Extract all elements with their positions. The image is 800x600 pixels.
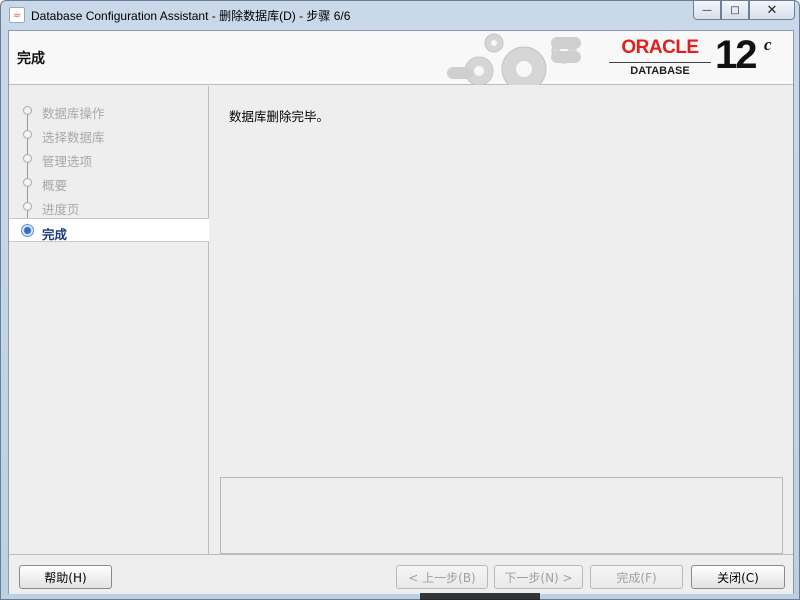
version-suffix: c <box>764 35 772 54</box>
step-dot-icon <box>23 154 32 163</box>
close-window-button[interactable]: ✕ <box>749 1 795 20</box>
step-dot-icon <box>23 202 32 211</box>
details-panel <box>220 477 783 554</box>
dbca-window: ☕ Database Configuration Assistant - 删除数… <box>0 0 800 600</box>
step-dot-icon <box>23 178 32 187</box>
maximize-button[interactable]: □ <box>721 1 749 20</box>
gears-decoration-icon <box>447 33 581 85</box>
step-dot-icon <box>23 106 32 115</box>
close-icon: ✕ <box>766 2 778 18</box>
step-summary: 概要 <box>9 170 209 194</box>
window-controls: — □ ✕ <box>693 1 795 21</box>
step-label: 概要 <box>42 178 68 193</box>
button-bar: 帮助(H) < 上一步(B) 下一步(N) > 完成(F) 关闭(C) <box>9 554 793 594</box>
taskbar-edge <box>420 593 540 600</box>
current-step-icon <box>21 224 34 237</box>
step-label: 进度页 <box>42 202 80 217</box>
step-label: 管理选项 <box>42 154 93 169</box>
step-label: 选择数据库 <box>42 130 105 145</box>
back-button[interactable]: < 上一步(B) <box>396 565 488 589</box>
header-banner: 完成 ORACLE DATABASE 12 c <box>9 31 793 85</box>
close-button[interactable]: 关闭(C) <box>691 565 785 589</box>
step-dot-icon <box>23 130 32 139</box>
oracle-product: DATABASE <box>630 65 690 77</box>
step-management-options: 管理选项 <box>9 146 209 170</box>
main-content: 数据库删除完毕。 <box>210 86 793 554</box>
title-bar[interactable]: ☕ Database Configuration Assistant - 删除数… <box>1 1 799 29</box>
oracle-brand: ORACLE <box>621 37 699 58</box>
finish-button[interactable]: 完成(F) <box>590 565 683 589</box>
step-navigation: 数据库操作 选择数据库 管理选项 概要 进度页 完成 <box>9 86 209 554</box>
next-button[interactable]: 下一步(N) > <box>494 565 583 589</box>
help-button[interactable]: 帮助(H) <box>19 565 112 589</box>
step-select-database: 选择数据库 <box>9 122 209 146</box>
window-title: Database Configuration Assistant - 删除数据库… <box>31 9 351 23</box>
version-number: 12 <box>715 33 757 77</box>
step-label: 完成 <box>42 227 68 242</box>
page-title: 完成 <box>17 51 45 67</box>
client-area: 完成 ORACLE DATABASE 12 c 数据库操作 选择数据库 管理选项… <box>8 30 794 594</box>
logo-divider <box>609 62 711 63</box>
step-label: 数据库操作 <box>42 106 105 121</box>
minimize-icon: — <box>702 4 712 16</box>
minimize-button[interactable]: — <box>693 1 721 20</box>
step-progress: 进度页 <box>9 194 209 218</box>
step-finish: 完成 <box>9 218 209 242</box>
java-app-icon: ☕ <box>9 7 25 23</box>
maximize-icon: □ <box>730 4 740 16</box>
oracle-logo: ORACLE DATABASE <box>607 37 717 79</box>
completion-message: 数据库删除完毕。 <box>229 109 330 124</box>
step-database-operation: 数据库操作 <box>9 98 209 122</box>
